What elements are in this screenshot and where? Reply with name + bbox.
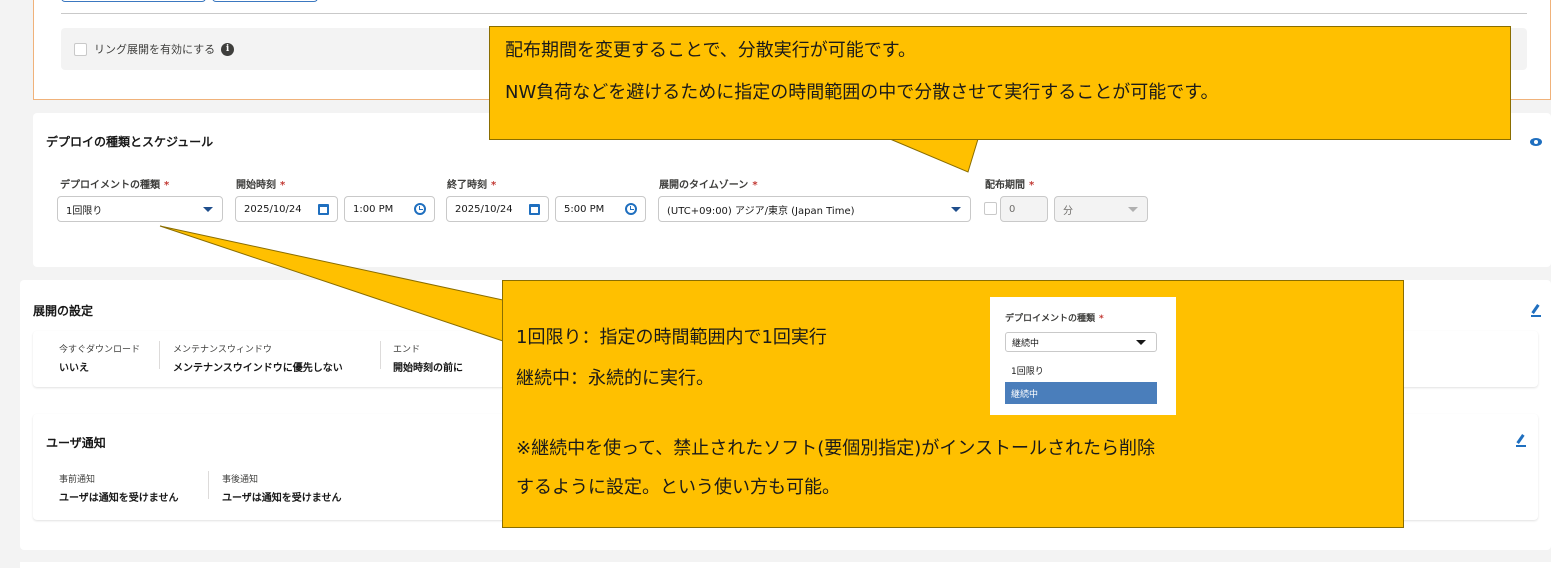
callout-bottom-line-4: するように設定。という使い方も可能。 [516,477,840,498]
callout-deployment-type: 1回限り：指定の時間範囲内で1回実行 継続中：永続的に実行。 ※継続中を使って、… [502,280,1404,528]
callout-top-line-2: NW負荷などを避けるために指定の時間範囲の中で分散させて実行することが可能です。 [505,82,1219,103]
callout-top-line-1: 配布期間を変更することで、分散実行が可能です。 [505,40,916,61]
callout-bottom-line-1: 1回限り：指定の時間範囲内で1回実行 [516,327,827,348]
dropdown-option-once[interactable]: 1回限り [1005,359,1157,381]
chevron-down-icon [1136,340,1146,345]
mini-type-select[interactable]: 継続中 [1005,332,1157,352]
callout-bottom-line-2: 継続中：永続的に実行。 [516,368,714,389]
callout-bottom-line-3: ※継続中を使って、禁止されたソフト(要個別指定)がインストールされたら削除 [516,438,1155,459]
mini-type-value: 継続中 [1012,338,1040,349]
mini-type-label: デプロイメントの種類 * [1005,314,1104,324]
callout-distribution-period: 配布期間を変更することで、分散実行が可能です。 NW負荷などを避けるために指定の… [489,26,1511,140]
deployment-type-dropdown-preview: デプロイメントの種類 * 継続中 1回限り 継続中 [990,297,1176,415]
dropdown-option-ongoing[interactable]: 継続中 [1005,382,1157,404]
